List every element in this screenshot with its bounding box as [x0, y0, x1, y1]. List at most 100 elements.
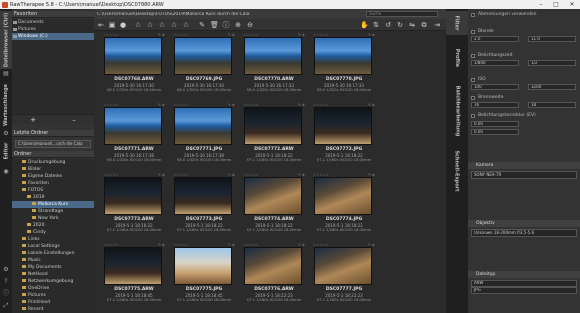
thumbnail[interactable]: ☆☆☆☆☆ ✎ ⊗ DSC07770.JPG 2019-5-30 16:17:33 f/… [309, 33, 379, 102]
settings-icon[interactable]: ⚙ [3, 267, 9, 273]
tab-filter[interactable]: Filter [446, 11, 468, 35]
rotate-left-icon[interactable]: ↺ [384, 21, 392, 29]
filter-value-field[interactable]: 0.00 [471, 121, 519, 127]
folder-item[interactable]: FOTOS [12, 187, 94, 194]
folder-item[interactable]: Links [12, 236, 94, 243]
filetype-item[interactable]: JPG [471, 287, 577, 294]
filter-checkbox[interactable] [471, 54, 475, 58]
zoom-out-icon[interactable]: ⊖ [246, 21, 254, 29]
folder-item[interactable]: Netzwerkumgebung [12, 278, 94, 285]
flip-icon[interactable]: ⇋ [408, 21, 416, 29]
tab-quick-export[interactable]: Schnell-Export [446, 147, 468, 195]
filetype-item[interactable]: ARW [471, 280, 577, 287]
thumbnail[interactable]: ☆☆☆☆☆ ✎ ⊗ DSC07775.ARW 2019-5-1 18:18:45 f/7… [99, 243, 169, 312]
folder-item[interactable]: Mallorca Kurs [12, 201, 94, 208]
thumbnail-image[interactable] [104, 247, 162, 285]
thumbnail-image[interactable] [244, 247, 302, 285]
thumbnail[interactable]: ☆☆☆☆☆ ✎ ⊗ DSC07772.JPG 2019-5-1 18:18:22 f/7… [309, 103, 379, 172]
filter-value-field[interactable]: 16 [471, 102, 519, 108]
expand-right-icon[interactable]: ⇥ [433, 21, 441, 29]
thumbnail-image[interactable] [174, 107, 232, 145]
thumbnail-image[interactable] [314, 177, 372, 215]
folder-item[interactable]: Favoriten [12, 180, 94, 187]
tab-editor[interactable]: Editor [0, 139, 12, 163]
camera-header[interactable]: Kamera [468, 162, 580, 169]
folder-item[interactable]: Eigene Dateien [12, 173, 94, 180]
filter-checkbox[interactable] [471, 78, 475, 82]
remove-favorite-button[interactable]: – [72, 116, 76, 124]
lens-header[interactable]: Objektiv [468, 220, 580, 227]
thumbnail[interactable]: ☆☆☆☆☆ ✎ ⊗ DSC07769.JPG 2019-5-30 16:17:30 f/… [169, 33, 239, 102]
folder-item[interactable]: Lokale Einstellungen [12, 250, 94, 257]
place-pictures[interactable]: Pictures [12, 26, 94, 33]
thumbnail[interactable]: ☆☆☆☆☆ ✎ ⊗ DSC07771.ARW 2019-5-30 16:17:38 f/… [99, 103, 169, 172]
filter-value-field[interactable]: 18 [528, 102, 576, 108]
tab-queue[interactable]: Warteschlange [0, 81, 12, 129]
tab-profiles[interactable]: Profile [446, 41, 468, 75]
folder-item[interactable]: PrintHood [12, 299, 94, 306]
star-filter-icon[interactable]: ☆ [182, 21, 190, 29]
tab-batch[interactable]: Batchbearbeitung [446, 83, 468, 139]
filter-checkbox[interactable] [471, 13, 475, 17]
folder-item[interactable]: 2020 [12, 222, 94, 229]
thumbnail-image[interactable] [174, 177, 232, 215]
filter-value-field[interactable]: 1/800 [471, 60, 519, 66]
thumbnail[interactable]: ☆☆☆☆☆ ✎ ⊗ DSC07774.JPG 2019-5-1 18:18:22 f/7… [309, 173, 379, 242]
filter-value-field[interactable]: 3200 [528, 84, 576, 90]
sort-icon[interactable]: ⇅ [372, 21, 380, 29]
close-button[interactable]: ✕ [566, 0, 578, 9]
filter-value-field[interactable]: 100 [471, 84, 519, 90]
folder-item[interactable]: My Documents [12, 264, 94, 271]
thumbnail[interactable]: ☆☆☆☆☆ ✎ ⊗ DSC07772.ARW 2019-5-1 18:18:22 f/7… [239, 103, 309, 172]
folder-item[interactable]: Druckumgebung [12, 159, 94, 166]
filter-value-field[interactable]: 11.0 [528, 36, 576, 42]
folder-item[interactable]: NetHood [12, 271, 94, 278]
thumbnail-image[interactable] [104, 177, 162, 215]
thumbnail[interactable]: ☆☆☆☆☆ ✎ ⊗ DSC07773.ARW 2019-5-1 18:18:22 f/7… [99, 173, 169, 242]
filter-checkbox[interactable] [471, 96, 475, 100]
filetype-header[interactable]: Dateityp [468, 271, 580, 278]
info-icon[interactable]: ⓘ [222, 21, 230, 29]
edited-filter-icon[interactable]: ✎ [198, 21, 206, 29]
folder-item[interactable]: Local Settings [12, 243, 94, 250]
folder-item[interactable]: Recent [12, 306, 94, 313]
thumbnail-image[interactable] [314, 247, 372, 285]
thumbnail[interactable]: ☆☆☆☆☆ ✎ ⊗ DSC07770.ARW 2019-5-30 16:17:33 f/… [239, 33, 309, 102]
thumbnail[interactable]: ☆☆☆☆☆ ✎ ⊗ DSC07768.ARW 2019-5-30 16:17:30 f/… [99, 33, 169, 102]
thumbnail-image[interactable] [244, 177, 302, 215]
filter-checkbox[interactable] [471, 114, 475, 118]
current-path[interactable]: C:\Users\manuel\Desktop\FOTOS\2019\Mallo… [97, 12, 317, 17]
trash-icon[interactable]: 🗑 [210, 21, 219, 29]
copy-icon[interactable]: ⧉ [420, 21, 428, 29]
filter-checkbox[interactable] [471, 30, 475, 34]
folder-item[interactable]: Pictures [12, 292, 94, 299]
thumbnail-image[interactable] [104, 37, 162, 75]
filter-all-icon[interactable]: ▣ [108, 21, 116, 29]
filter-value-field[interactable]: 2.0 [471, 36, 519, 42]
filter-value-field[interactable]: 0.00 [471, 129, 519, 135]
thumbnail-image[interactable] [174, 37, 232, 75]
folder-item[interactable]: Bilder [12, 166, 94, 173]
thumbnail[interactable]: ☆☆☆☆☆ ✎ ⊗ DSC07775.JPG 2019-5-1 18:18:45 f/7… [169, 243, 239, 312]
recent-folders-dropdown[interactable]: C:\Users\manuel\...urch die Cala [15, 140, 91, 148]
star-filter-icon[interactable]: ☆ [170, 21, 178, 29]
thumbnail-image[interactable] [244, 107, 302, 145]
help-icon[interactable]: ? [3, 279, 9, 285]
pin-icon[interactable]: ⇤ [97, 21, 105, 29]
place-windows-c[interactable]: Windows (C:) [12, 33, 94, 40]
thumbnail[interactable]: ☆☆☆☆☆ ✎ ⊗ DSC07777.JPG 2019-5-1 18:22:23 f/7… [309, 243, 379, 312]
fullscreen-icon[interactable]: ⤢ [3, 303, 9, 309]
thumbnail[interactable]: ☆☆☆☆☆ ✎ ⊗ DSC07776.ARW 2019-5-1 18:22:23 f/7… [239, 243, 309, 312]
thumbnail-image[interactable] [244, 37, 302, 75]
star-filter-icon[interactable]: ☆ [146, 21, 154, 29]
folder-item[interactable]: 2019 [12, 194, 94, 201]
rotate-right-icon[interactable]: ↻ [396, 21, 404, 29]
search-input[interactable]: Suche [366, 11, 438, 17]
add-favorite-button[interactable]: + [30, 116, 36, 124]
camera-list[interactable]: SONY NEX-7R [471, 171, 577, 179]
tab-file-browser[interactable]: Dateibrowser (Ctrl) [0, 11, 12, 69]
lens-list[interactable]: Unknown 18-200mm f/3.5-5.6 [471, 229, 577, 237]
maximize-button[interactable]: □ [550, 0, 562, 9]
folder-item[interactable]: Strandtage [12, 208, 94, 215]
thumbnail-image[interactable] [104, 107, 162, 145]
